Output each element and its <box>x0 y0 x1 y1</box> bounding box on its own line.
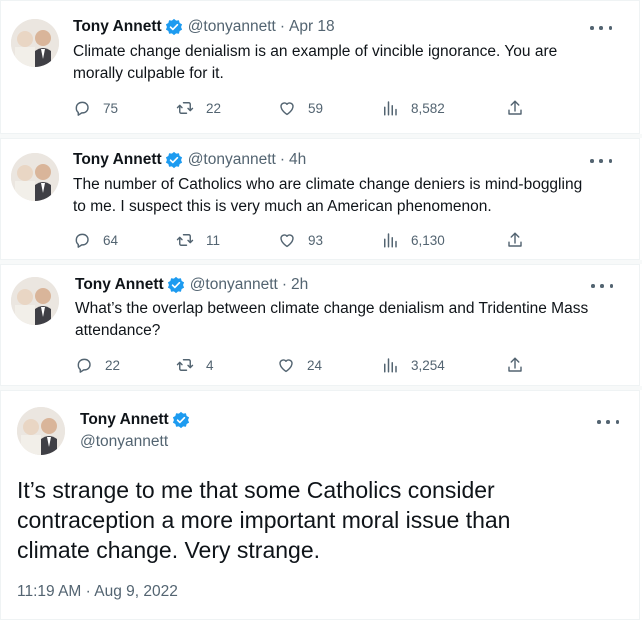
tweet-text: What’s the overlap between climate chang… <box>75 300 589 339</box>
tweet-time[interactable]: 2h <box>291 276 308 294</box>
share-icon <box>508 357 522 372</box>
views-chart-icon <box>384 233 397 248</box>
avatar[interactable] <box>17 407 65 455</box>
avatar-image <box>11 19 59 67</box>
tweet-time[interactable]: Apr 18 <box>289 18 335 36</box>
like-button[interactable]: 93 <box>278 229 323 251</box>
like-count: 59 <box>308 100 324 116</box>
share-icon <box>508 100 522 115</box>
separator-dot: · <box>279 18 285 35</box>
more-options-icon[interactable] <box>591 279 613 293</box>
retweet-button[interactable]: 11 <box>176 229 220 251</box>
avatar[interactable] <box>11 277 59 325</box>
views-chart-icon <box>384 358 397 373</box>
author-name[interactable]: Tony Annett <box>80 411 169 429</box>
reply-count: 22 <box>105 357 121 373</box>
retweet-count: 4 <box>206 357 214 373</box>
reply-button[interactable]: 64 <box>73 229 118 251</box>
heart-icon <box>279 359 293 373</box>
reply-count: 75 <box>103 100 119 116</box>
retweet-icon <box>176 102 194 114</box>
view-count: 6,130 <box>411 232 445 248</box>
avatar-image <box>11 153 59 201</box>
share-icon <box>508 232 522 247</box>
tweet-time[interactable]: 4h <box>289 151 306 169</box>
verified-badge-icon <box>172 411 190 429</box>
tweet-actions: 75 22 59 8,582 <box>73 97 533 119</box>
more-options-icon[interactable] <box>590 21 612 35</box>
author-name[interactable]: Tony Annett <box>75 276 164 294</box>
like-count: 93 <box>308 232 324 248</box>
tweet-card[interactable]: Tony Annett @tonyannett · 2h What’s the … <box>0 264 640 386</box>
reply-button[interactable]: 75 <box>73 97 118 119</box>
reply-icon <box>75 233 89 248</box>
separator-dot: · <box>279 151 285 168</box>
author-name[interactable]: Tony Annett <box>73 18 162 36</box>
tweet-card[interactable]: Tony Annett @tonyannett · 4h The number … <box>0 138 640 260</box>
like-button[interactable]: 24 <box>277 354 322 376</box>
tweet-timestamp[interactable]: 11:19 AM · Aug 9, 2022 <box>17 583 178 601</box>
author-name[interactable]: Tony Annett <box>73 151 162 169</box>
avatar-image <box>11 277 59 325</box>
featured-tweet-card[interactable]: Tony Annett @tonyannett It’s strange to … <box>0 390 640 620</box>
verified-badge-icon <box>165 151 183 169</box>
retweet-count: 22 <box>206 100 222 116</box>
share-button[interactable] <box>506 229 524 251</box>
retweet-icon <box>176 359 194 371</box>
tweet-card[interactable]: Tony Annett @tonyannett · Apr 18 Climate… <box>0 0 640 134</box>
heart-icon <box>280 234 294 248</box>
tweet-actions: 64 11 93 6,130 <box>73 229 533 251</box>
verified-badge-icon <box>165 18 183 36</box>
view-count: 8,582 <box>411 100 445 116</box>
reply-icon <box>75 101 89 116</box>
tweet-text: The number of Catholics who are climate … <box>73 176 583 215</box>
reply-button[interactable]: 22 <box>75 354 120 376</box>
views-button[interactable]: 6,130 <box>381 229 445 251</box>
view-count: 3,254 <box>411 357 445 373</box>
verified-badge-icon <box>167 276 185 294</box>
tweet-text: Climate change denialism is an example o… <box>73 43 558 82</box>
author-handle[interactable]: @tonyannett <box>80 433 168 451</box>
retweet-button[interactable]: 4 <box>176 354 214 376</box>
reply-count: 64 <box>103 232 119 248</box>
views-button[interactable]: 8,582 <box>381 97 445 119</box>
tweet-actions: 22 4 24 3,254 <box>75 354 535 376</box>
more-options-icon[interactable] <box>590 154 612 168</box>
author-handle[interactable]: @tonyannett <box>190 276 278 294</box>
avatar[interactable] <box>11 153 59 201</box>
views-button[interactable]: 3,254 <box>381 354 445 376</box>
share-button[interactable] <box>506 97 524 119</box>
views-chart-icon <box>384 101 397 116</box>
share-button[interactable] <box>506 354 524 376</box>
like-button[interactable]: 59 <box>278 97 323 119</box>
retweet-button[interactable]: 22 <box>176 97 221 119</box>
author-handle[interactable]: @tonyannett <box>188 18 276 36</box>
avatar[interactable] <box>11 19 59 67</box>
retweet-icon <box>176 234 194 246</box>
reply-icon <box>77 358 91 373</box>
more-options-icon[interactable] <box>597 415 619 429</box>
separator-dot: · <box>281 276 287 293</box>
tweet-text: It’s strange to me that some Catholics c… <box>17 477 511 563</box>
heart-icon <box>280 102 294 116</box>
avatar-image <box>17 407 65 455</box>
author-handle[interactable]: @tonyannett <box>188 151 276 169</box>
retweet-count: 11 <box>206 232 221 248</box>
like-count: 24 <box>307 357 323 373</box>
